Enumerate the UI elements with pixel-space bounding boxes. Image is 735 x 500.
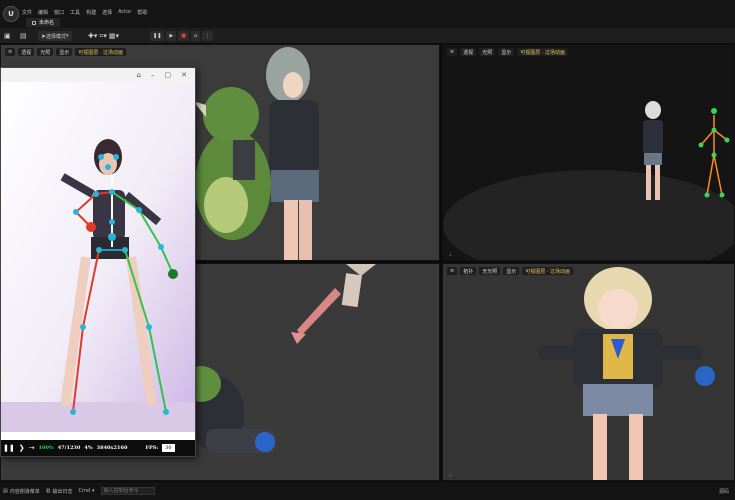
menu-tools[interactable]: 工具 xyxy=(70,9,80,16)
play-group: ❚❚ ▶ ■ ⌂ ⋮ xyxy=(150,31,214,41)
mode-group: ➤ 选择模式 ▾ xyxy=(38,31,72,41)
select-mode-dropdown[interactable]: ➤ 选择模式 ▾ xyxy=(38,31,72,41)
cmd-label: Cmd xyxy=(78,488,91,494)
menu-select[interactable]: 选择 xyxy=(102,9,112,16)
step-forward-icon[interactable]: ❯ xyxy=(19,444,25,452)
output-log-button[interactable]: ▥ 输出日志 xyxy=(46,488,73,495)
window-titlebar: ⌂ – ▢ ✕ xyxy=(1,68,195,82)
cmd-dropdown[interactable]: Cmd ▾ xyxy=(79,488,95,494)
content-icon[interactable]: ▤ xyxy=(20,32,27,40)
chevron-down-icon: ▾ xyxy=(92,488,95,494)
gamepad-icon[interactable]: ⌂ xyxy=(190,31,201,41)
level-icon xyxy=(32,20,36,25)
play-button[interactable]: ▶ xyxy=(166,31,177,41)
minimize-icon[interactable]: – xyxy=(151,71,155,79)
cinematics-icon[interactable]: ▦▾ xyxy=(109,32,119,40)
pose-capture-window[interactable]: ⌂ – ▢ ✕ ❚❚ ❯ ⇥ 100% 47/1230 4% 3840x2160… xyxy=(0,67,196,457)
menu-window[interactable]: 窗口 xyxy=(54,9,64,16)
skip-icon[interactable]: ⇥ xyxy=(29,444,35,452)
camera-feed xyxy=(1,82,195,432)
save-icon[interactable]: ▣ xyxy=(4,32,11,40)
frame-counter: 47/1230 xyxy=(57,445,81,451)
add-actor-icon[interactable]: ✚▾ xyxy=(88,32,97,40)
menu-build[interactable]: 构建 xyxy=(86,9,96,16)
save-group: ▣ xyxy=(4,31,11,41)
unreal-logo-icon[interactable]: U xyxy=(3,6,19,22)
pause-button[interactable]: ❚❚ xyxy=(150,31,165,41)
status-bar: ▤ 内容侧滑菜单 ▥ 输出日志 Cmd ▾ 输入控制台命令 源码 xyxy=(0,482,735,500)
title-bar: U 文件 编辑 窗口 工具 构建 选择 Actor 帮助 未命名 xyxy=(0,0,735,28)
menu-actor[interactable]: Actor xyxy=(118,9,131,16)
playback-bar: ❚❚ ❯ ⇥ 100% 47/1230 4% 3840x2160 FPS: 30 xyxy=(1,440,195,456)
content-drawer-label: 内容侧滑菜单 xyxy=(9,488,40,495)
output-log-label: 输出日志 xyxy=(52,488,73,495)
pose-skeleton-overlay xyxy=(1,82,195,432)
chevron-down-icon: ▾ xyxy=(66,33,69,39)
select-mode-label: 选择模式 xyxy=(46,33,67,40)
viewport-bottom-right[interactable]: ≡ 拓扑 无光照 显示 可视图层 · 过场动画 ⟂ xyxy=(442,263,735,481)
stop-button[interactable]: ■ xyxy=(178,31,189,41)
content-group: ▤ xyxy=(20,31,27,41)
level-tab[interactable]: 未命名 xyxy=(26,18,61,27)
character-front-view xyxy=(538,267,715,480)
create-group: ✚▾ ⌗▾ ▦▾ xyxy=(88,31,119,41)
source-label: 源码 xyxy=(718,489,729,495)
video-resolution: 3840x2160 xyxy=(96,445,128,451)
progress-percent: 4% xyxy=(84,445,93,451)
level-tab-label: 未命名 xyxy=(39,20,55,26)
playback-percent: 100% xyxy=(38,445,54,451)
character-with-skeleton xyxy=(443,101,734,260)
close-icon[interactable]: ✕ xyxy=(181,71,187,79)
fps-input[interactable]: 30 xyxy=(162,444,175,452)
menu-file[interactable]: 文件 xyxy=(22,9,32,16)
blueprint-icon[interactable]: ⌗▾ xyxy=(99,32,106,41)
fps-label: FPS: xyxy=(145,445,159,451)
console-command-input[interactable]: 输入控制台命令 xyxy=(100,487,155,495)
pin-icon[interactable]: ⌂ xyxy=(137,71,141,79)
pause-icon[interactable]: ❚❚ xyxy=(3,444,15,452)
more-options-button[interactable]: ⋮ xyxy=(202,31,214,41)
main-toolbar: ▣ ▤ ➤ 选择模式 ▾ ✚▾ ⌗▾ ▦▾ ❚❚ ▶ ■ ⌂ ⋮ xyxy=(0,28,735,44)
content-drawer-button[interactable]: ▤ 内容侧滑菜单 xyxy=(3,488,40,495)
viewport-top-right[interactable]: ≡ 透视 光照 显示 可视图层 · 过场动画 ⟂ xyxy=(442,44,735,261)
log-icon: ▥ xyxy=(45,488,51,494)
menu-help[interactable]: 帮助 xyxy=(137,9,147,16)
menu-edit[interactable]: 编辑 xyxy=(38,9,48,16)
maximize-icon[interactable]: ▢ xyxy=(165,71,172,79)
axis-gizmo: ⟂ xyxy=(449,471,452,476)
main-menu: 文件 编辑 窗口 工具 构建 选择 Actor 帮助 xyxy=(22,9,147,16)
drawer-icon: ▤ xyxy=(3,488,8,494)
axis-gizmo: ⟂ xyxy=(449,251,452,256)
source-control-button[interactable]: 源码 xyxy=(719,488,729,495)
